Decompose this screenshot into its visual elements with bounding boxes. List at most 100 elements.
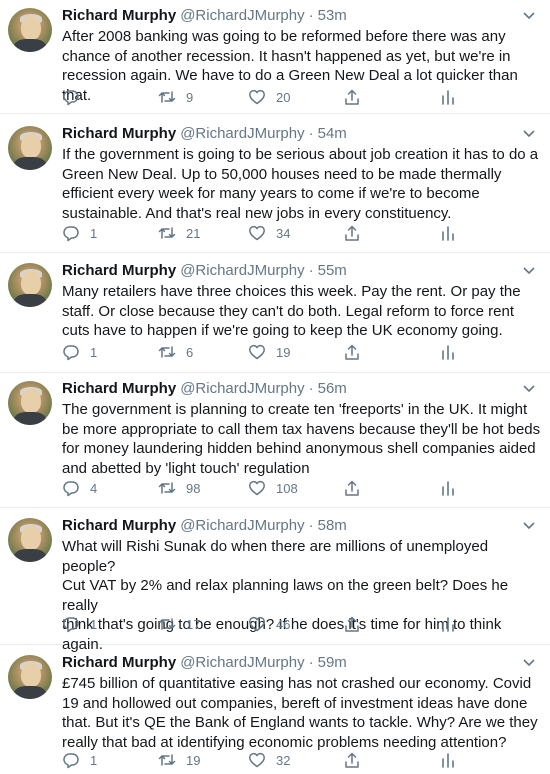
retweet-button[interactable]: 21 [158, 223, 200, 243]
reply-button[interactable]: 1 [62, 342, 97, 362]
reply-button[interactable] [62, 87, 90, 107]
tweet[interactable]: Richard Murphy @RichardJMurphy · 54m If the… [0, 118, 550, 253]
timestamp[interactable]: 53m [318, 7, 347, 24]
reply-button[interactable]: 4 [62, 478, 97, 498]
author-handle[interactable]: @RichardJMurphy [180, 517, 304, 534]
author-handle[interactable]: @RichardJMurphy [180, 654, 304, 671]
analytics-button[interactable] [439, 342, 457, 362]
retweet-icon [158, 754, 176, 766]
author-name[interactable]: Richard Murphy [62, 262, 176, 279]
reply-button[interactable]: 1 [62, 614, 97, 634]
tweet-header: Richard Murphy @RichardJMurphy · 55m [62, 261, 520, 281]
like-button[interactable]: 20 [248, 87, 290, 107]
like-button[interactable]: 46 [248, 614, 290, 634]
analytics-button[interactable] [439, 614, 457, 634]
chevron-down-icon[interactable] [522, 128, 536, 138]
reply-icon [63, 345, 79, 361]
analytics-icon [442, 617, 454, 632]
retweet-button[interactable]: 19 [158, 750, 200, 770]
avatar[interactable] [8, 518, 52, 562]
like-icon [249, 225, 265, 241]
like-count: 19 [276, 344, 291, 360]
timestamp[interactable]: 56m [318, 380, 347, 397]
tweet-actions: 1 19 32 [62, 750, 462, 770]
like-button[interactable]: 19 [248, 342, 290, 362]
analytics-button[interactable] [439, 87, 457, 107]
like-button[interactable]: 32 [248, 750, 290, 770]
chevron-down-icon[interactable] [522, 265, 536, 275]
retweet-button[interactable]: 6 [158, 342, 193, 362]
retweet-count: 98 [186, 480, 201, 496]
author-handle[interactable]: @RichardJMurphy [180, 125, 304, 142]
like-icon [249, 89, 265, 105]
like-count: 34 [276, 225, 291, 241]
analytics-icon [442, 481, 454, 496]
chevron-down-icon[interactable] [522, 520, 536, 530]
author-name[interactable]: Richard Murphy [62, 380, 176, 397]
share-button[interactable] [343, 750, 361, 770]
timestamp[interactable]: 58m [318, 517, 347, 534]
avatar[interactable] [8, 8, 52, 52]
chevron-down-icon[interactable] [522, 10, 536, 20]
share-button[interactable] [343, 478, 361, 498]
avatar[interactable] [8, 655, 52, 699]
tweet[interactable]: Richard Murphy @RichardJMurphy · 58m What w… [0, 510, 550, 653]
like-icon [249, 752, 265, 768]
avatar[interactable] [8, 126, 52, 170]
retweet-icon [158, 227, 176, 239]
analytics-button[interactable] [439, 223, 457, 243]
tweet-actions: 1 17 46 [62, 614, 462, 634]
tweet-header: Richard Murphy @RichardJMurphy · 54m [62, 124, 520, 144]
like-icon [249, 344, 265, 360]
avatar[interactable] [8, 263, 52, 307]
reply-count: 1 [90, 616, 98, 632]
timestamp[interactable]: 54m [318, 125, 347, 142]
reply-count: 1 [90, 752, 98, 768]
chevron-down-icon[interactable] [522, 383, 536, 393]
like-count: 32 [276, 752, 291, 768]
tweet-text: If the government is going to be serious… [62, 146, 539, 222]
reply-count: 4 [90, 480, 98, 496]
like-count: 20 [276, 89, 291, 105]
author-name[interactable]: Richard Murphy [62, 7, 176, 24]
retweet-count: 21 [186, 225, 201, 241]
author-name[interactable]: Richard Murphy [62, 517, 176, 534]
author-handle[interactable]: @RichardJMurphy [180, 262, 304, 279]
tweet[interactable]: Richard Murphy @RichardJMurphy · 53m After … [0, 0, 550, 114]
author-handle[interactable]: @RichardJMurphy [180, 7, 304, 24]
author-name[interactable]: Richard Murphy [62, 125, 176, 142]
reply-icon [63, 90, 79, 106]
tweet-actions: 1 21 34 [62, 223, 462, 243]
like-count: 46 [276, 616, 291, 632]
share-icon [345, 752, 359, 768]
retweet-button[interactable]: 17 [158, 614, 200, 634]
analytics-button[interactable] [439, 478, 457, 498]
reply-button[interactable]: 1 [62, 223, 97, 243]
timestamp[interactable]: 55m [318, 262, 347, 279]
timestamp[interactable]: 59m [318, 654, 347, 671]
chevron-down-icon[interactable] [522, 657, 536, 667]
retweet-button[interactable]: 9 [158, 87, 193, 107]
separator-dot: · [308, 517, 314, 534]
share-button[interactable] [343, 614, 361, 634]
like-button[interactable]: 34 [248, 223, 290, 243]
retweet-icon [158, 618, 176, 630]
share-button[interactable] [343, 87, 361, 107]
tweet-text: The government is planning to create ten… [62, 401, 541, 477]
analytics-icon [442, 226, 454, 241]
separator-dot: · [308, 262, 314, 279]
tweet-text: £745 billion of quantitative easing has … [62, 675, 538, 751]
like-button[interactable]: 108 [248, 478, 298, 498]
tweet[interactable]: Richard Murphy @RichardJMurphy · 59m £745 b… [0, 647, 550, 774]
like-icon [249, 480, 265, 496]
analytics-button[interactable] [439, 750, 457, 770]
author-handle[interactable]: @RichardJMurphy [180, 380, 304, 397]
retweet-button[interactable]: 98 [158, 478, 200, 498]
share-button[interactable] [343, 342, 361, 362]
author-name[interactable]: Richard Murphy [62, 654, 176, 671]
avatar[interactable] [8, 381, 52, 425]
share-button[interactable] [343, 223, 361, 243]
reply-button[interactable]: 1 [62, 750, 97, 770]
tweet[interactable]: Richard Murphy @RichardJMurphy · 55m Many r… [0, 255, 550, 373]
tweet[interactable]: Richard Murphy @RichardJMurphy · 56m The go… [0, 373, 550, 508]
